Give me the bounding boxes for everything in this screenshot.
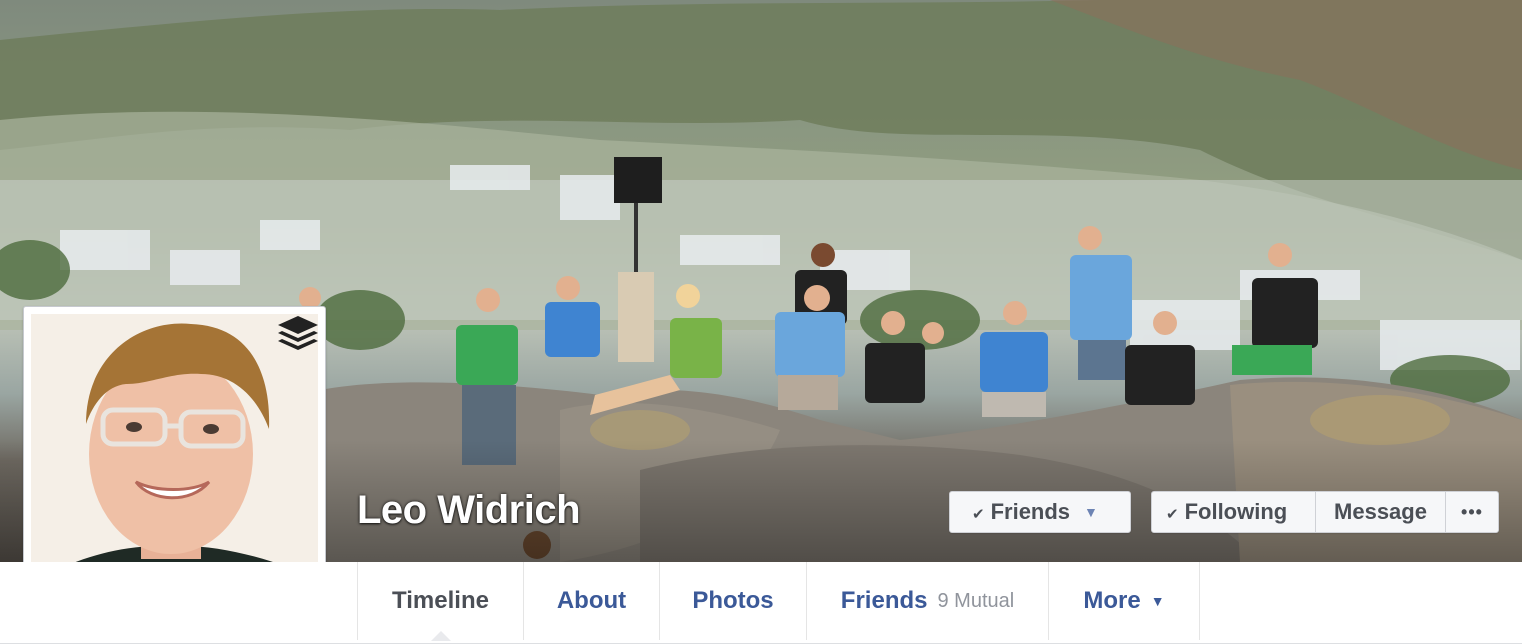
profile-tab-bar: Timeline About Photos Friends 9 Mutual M… — [0, 562, 1522, 644]
tab-more[interactable]: More ▼ — [1048, 562, 1200, 640]
checkmark-icon: ✔ — [972, 506, 985, 523]
tab-about[interactable]: About — [523, 562, 659, 640]
tab-friends[interactable]: Friends 9 Mutual — [806, 562, 1048, 640]
following-button[interactable]: ✔ Following — [1152, 492, 1316, 532]
profile-name[interactable]: Leo Widrich — [357, 488, 581, 533]
profile-tabs: Timeline About Photos Friends 9 Mutual M… — [357, 562, 1200, 641]
tab-about-label: About — [556, 587, 627, 614]
more-options-button[interactable]: ••• — [1446, 492, 1498, 532]
message-button[interactable]: Message — [1316, 492, 1446, 532]
buffer-logo-icon — [278, 316, 318, 350]
caret-down-icon: ▼ — [1084, 504, 1098, 520]
tab-timeline[interactable]: Timeline — [357, 562, 523, 641]
avatar-illustration — [31, 314, 318, 600]
tab-photos[interactable]: Photos — [659, 562, 806, 640]
mutual-friends-count: 9 Mutual — [937, 589, 1015, 612]
friends-button-label: Friends — [990, 499, 1071, 524]
message-button-label: Message — [1334, 499, 1427, 524]
following-button-label: Following — [1184, 499, 1288, 524]
ellipsis-icon: ••• — [1461, 501, 1483, 522]
tab-timeline-label: Timeline — [392, 587, 489, 614]
tab-friends-label: Friends — [840, 587, 928, 614]
caret-down-icon: ▼ — [1150, 593, 1165, 609]
friends-button[interactable]: ✔ Friends ▼ — [949, 491, 1131, 533]
follow-message-group: ✔ Following Message ••• — [1151, 491, 1499, 533]
checkmark-icon: ✔ — [1166, 506, 1179, 523]
active-tab-indicator — [430, 631, 451, 641]
tab-more-label: More — [1083, 587, 1141, 614]
tab-photos-label: Photos — [692, 587, 774, 614]
profile-picture[interactable] — [31, 314, 318, 600]
